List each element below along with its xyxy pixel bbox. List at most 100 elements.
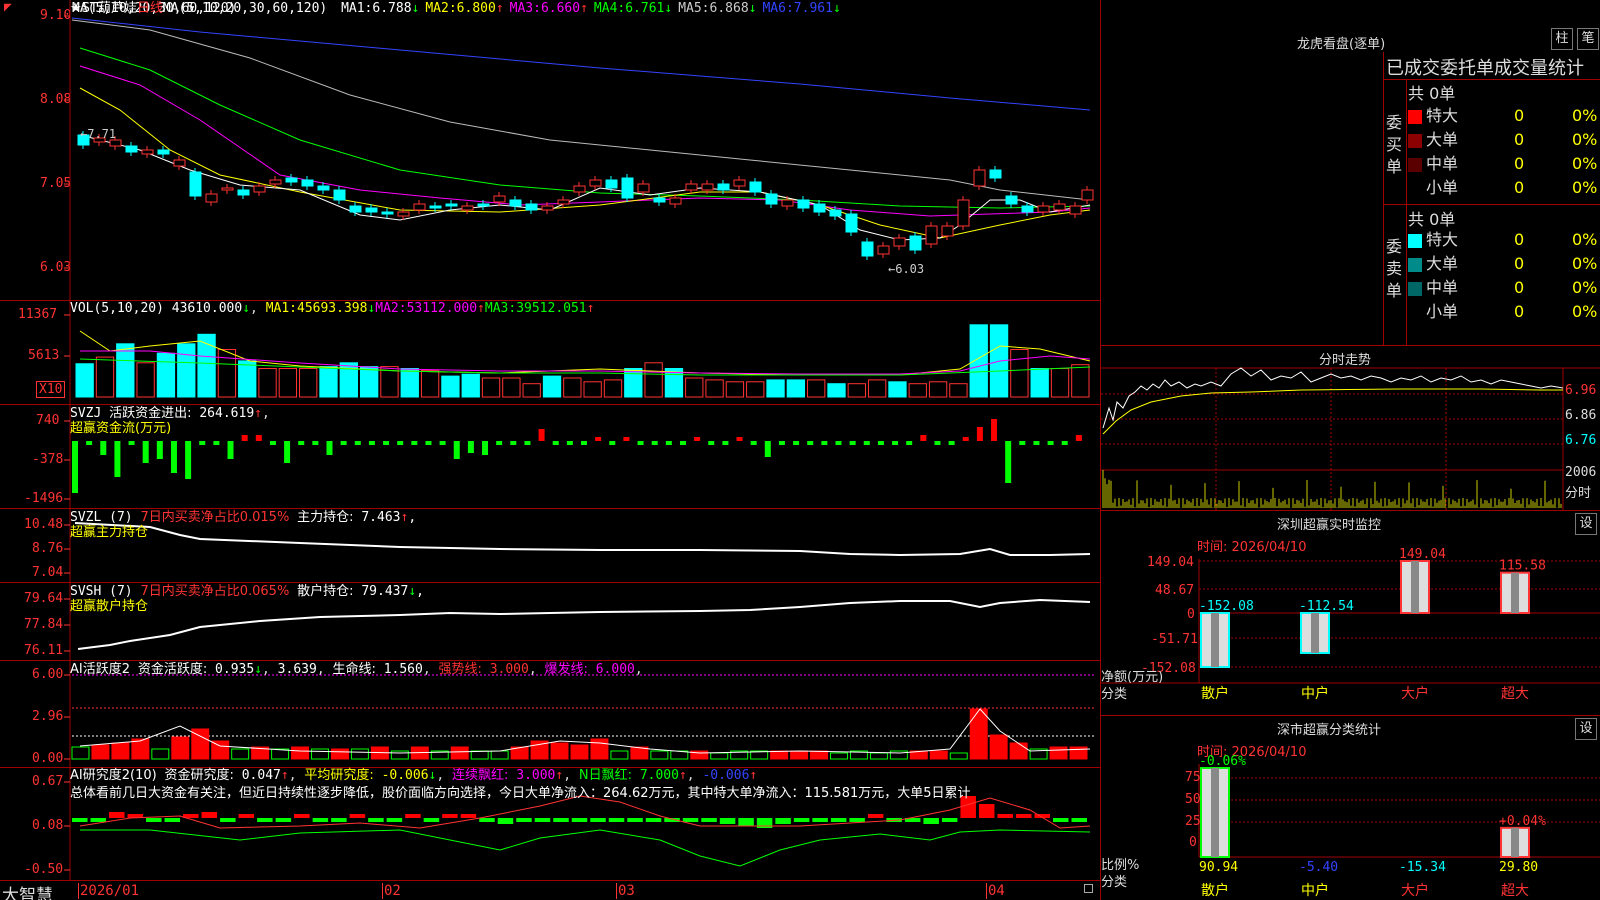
flow-bar bbox=[679, 441, 686, 445]
candle bbox=[1081, 189, 1094, 201]
candle bbox=[365, 207, 378, 213]
candle bbox=[1053, 203, 1066, 211]
volume-bar bbox=[1010, 349, 1029, 398]
research-bar bbox=[645, 818, 662, 822]
candle bbox=[861, 241, 874, 257]
volume-bar bbox=[867, 379, 887, 398]
kline-svg: ←7.71 ←6.03 bbox=[64, 0, 1094, 300]
volume-bar bbox=[563, 377, 582, 398]
sz-monitor-panel[interactable]: 深圳超赢实时监控 设 时间: 2026/04/10 -152.08 -112.54… bbox=[1101, 511, 1600, 715]
svzj-name: SVZJ bbox=[70, 406, 102, 421]
flow-bar bbox=[1033, 441, 1040, 445]
ai-research-panel[interactable]: AI研究度2(10) 资金研究度: 0.047↑, 平均研究度: -0.006↓… bbox=[0, 768, 1100, 880]
candle bbox=[125, 145, 138, 153]
research-bar bbox=[220, 818, 236, 822]
row-pct: 0% bbox=[1572, 278, 1598, 297]
volume-bar bbox=[807, 379, 826, 398]
research-bar bbox=[164, 818, 181, 822]
ai-research-svg bbox=[64, 768, 1091, 880]
sell-label: 委卖单 bbox=[1386, 237, 1403, 300]
volume-bar bbox=[278, 368, 298, 398]
svzj-panel[interactable]: SVZJ 活跃资金进出: 264.619↑, 超赢资金流(万元) 740 -37… bbox=[0, 405, 1100, 508]
vol-ma-value: 53112.000 bbox=[406, 301, 478, 316]
active-bar bbox=[610, 750, 629, 760]
svzj-title: 活跃资金进出: bbox=[109, 406, 192, 421]
flow-bar bbox=[1005, 441, 1012, 483]
svzl-panel[interactable]: SVZL (7) 7日内买卖净占比0.015% 主力持仓: 7.463↑, 超赢… bbox=[0, 509, 1100, 582]
monitor-bar-label: 115.58 bbox=[1499, 559, 1546, 574]
sz-class-panel[interactable]: 深市超赢分类统计 设 时间: 2026/04/10 -0.06% 90.94 -5.… bbox=[1101, 716, 1600, 900]
svzl-tick-3: 7.04 bbox=[32, 565, 64, 580]
candle bbox=[797, 199, 810, 209]
svzl-name: SVZL (7) bbox=[70, 510, 133, 525]
research-bar bbox=[442, 814, 458, 818]
svsh-name: SVSH (7) bbox=[70, 584, 133, 599]
lhb-panel[interactable]: 龙虎看盘(逐单) 柱 笔 已成交委托单成交量统计 委买单 共 0单 特大 0 0% 大… bbox=[1101, 0, 1600, 345]
flow-bar bbox=[383, 441, 390, 445]
price-panel[interactable]: ◤ MA(5,10,20,30,60,120) ★ST葫芦娃日线MA(5,10,… bbox=[0, 0, 1100, 300]
flow-bar bbox=[227, 441, 234, 459]
research-bar bbox=[571, 818, 588, 822]
ai-research-tick-1: 0.67 bbox=[32, 774, 64, 789]
volume-panel[interactable]: VOL(5,10,20) 43610.000↓, MA1:45693.398↓M… bbox=[0, 301, 1100, 404]
row-name: 大单 bbox=[1426, 254, 1459, 273]
volume-bar bbox=[786, 379, 806, 398]
volume-bar bbox=[461, 373, 480, 398]
flow-bar bbox=[524, 441, 531, 445]
sz-class-x-label: 分类 bbox=[1101, 875, 1128, 890]
volume-bar bbox=[827, 383, 846, 398]
tick bbox=[986, 883, 987, 899]
lhb-bar-button[interactable]: 柱 bbox=[1551, 28, 1573, 50]
candle bbox=[189, 171, 202, 197]
research-bar bbox=[331, 818, 347, 822]
vol-multiplier: X10 bbox=[36, 381, 66, 398]
volume-bar bbox=[583, 381, 602, 398]
color-swatch-icon bbox=[1408, 181, 1422, 196]
lhb-tick-button[interactable]: 笔 bbox=[1577, 28, 1599, 50]
ai-active-l4: 强势线: bbox=[438, 662, 482, 677]
research-bar bbox=[257, 818, 273, 822]
row-pct: 0% bbox=[1572, 230, 1598, 249]
flow-bar bbox=[241, 435, 248, 441]
volume-bar bbox=[766, 379, 785, 398]
ai-active-panel[interactable]: AI活跃度2 资金活跃度: 0.935↓, 3.639, 生命线: 1.560,… bbox=[0, 661, 1100, 767]
research-bar bbox=[423, 818, 440, 822]
svzl-ratio: 7日内买卖净占比0.015% bbox=[140, 510, 290, 525]
flow-bar bbox=[736, 437, 743, 441]
tick bbox=[78, 883, 79, 899]
ai-active-l1: 资金活跃度: bbox=[137, 662, 208, 677]
active-bar bbox=[929, 750, 948, 760]
sz-mon-tick-2: 48.67 bbox=[1155, 583, 1195, 598]
research-bar bbox=[701, 818, 717, 822]
svsh-holding-value: 79.437 bbox=[361, 584, 409, 599]
row-pct: 0% bbox=[1572, 154, 1598, 173]
intraday-panel[interactable]: 分时走势 6.96 6.86 6.76 2006 分时 bbox=[1101, 346, 1600, 510]
flow-bar bbox=[255, 435, 262, 441]
stat-row: 小单 0 0% bbox=[1408, 300, 1598, 324]
candle bbox=[1037, 205, 1050, 213]
vol-arrow: ↓ bbox=[242, 301, 251, 316]
monitor-category-label: 超大 bbox=[1501, 686, 1529, 702]
vol-ma-arrow: ↑ bbox=[477, 301, 485, 316]
flow-bar bbox=[906, 441, 913, 445]
vol-indicator: VOL(5,10,20) bbox=[70, 301, 164, 316]
flow-bar bbox=[863, 441, 870, 445]
active-bar bbox=[969, 708, 988, 760]
volume-bar bbox=[908, 383, 927, 398]
flow-bar bbox=[665, 441, 672, 445]
ai-research-l3: 连续飘红: bbox=[452, 768, 509, 783]
svsh-tick-2: 77.84 bbox=[24, 617, 64, 632]
candle bbox=[429, 205, 442, 209]
lock-icon[interactable] bbox=[1084, 884, 1093, 893]
volume-bar bbox=[177, 343, 196, 398]
color-swatch-icon bbox=[1408, 133, 1422, 148]
candle bbox=[477, 203, 490, 207]
flow-bar bbox=[651, 441, 658, 445]
svsh-panel[interactable]: SVSH (7) 7日内买卖净占比0.065% 散户持仓: 79.437↓, 超… bbox=[0, 583, 1100, 660]
flow-bar bbox=[934, 441, 941, 445]
ai-active-v1: 0.935 bbox=[215, 662, 255, 677]
lhb-title: 龙虎看盘(逐单) bbox=[1297, 37, 1386, 52]
chart-area[interactable]: ◤ MA(5,10,20,30,60,120) ★ST葫芦娃日线MA(5,10,… bbox=[0, 0, 1100, 900]
class-delta-label: -0.06% bbox=[1199, 754, 1246, 769]
ai-research-v4: 7.000 bbox=[639, 768, 679, 783]
